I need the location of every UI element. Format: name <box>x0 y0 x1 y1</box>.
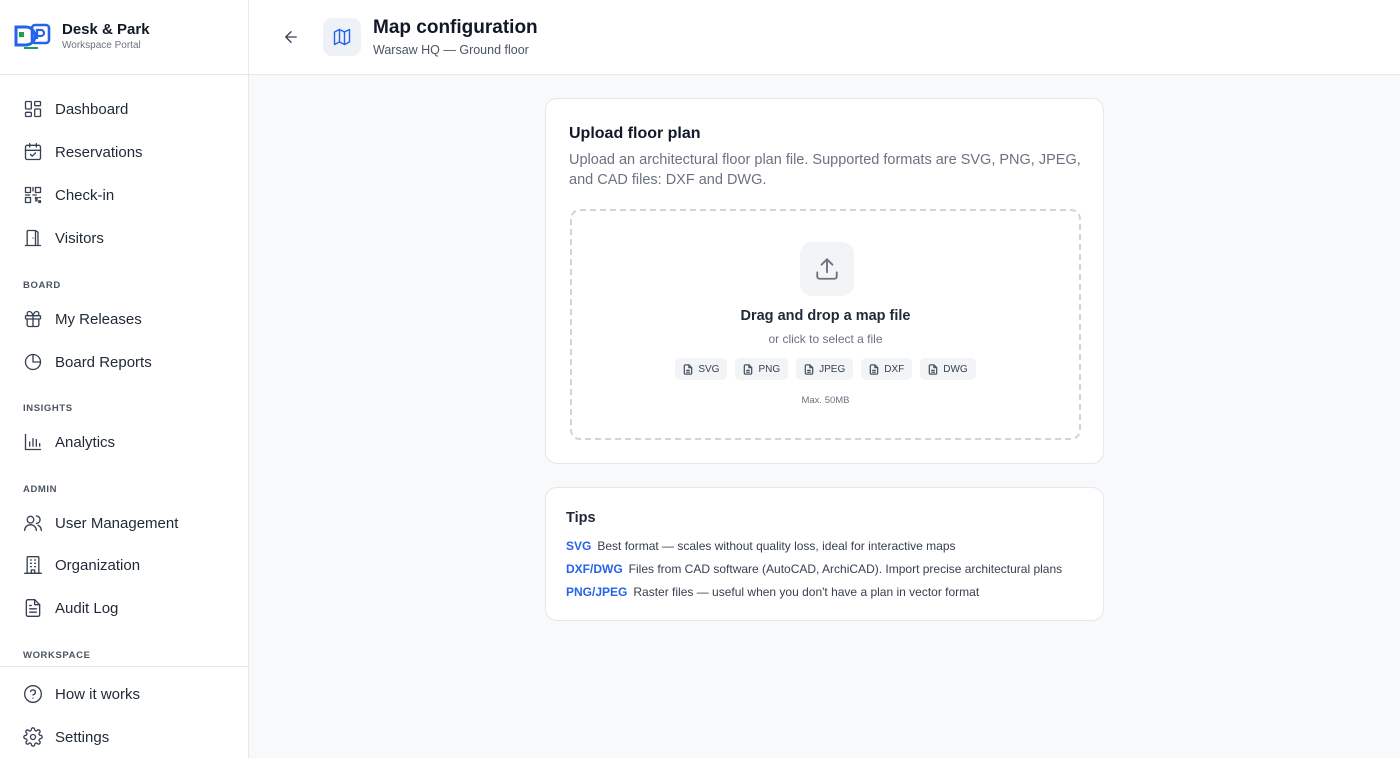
format-badge-jpeg: JPEG <box>796 358 854 380</box>
section-label-insights: INSIGHTS <box>23 403 73 414</box>
format-badge-dxf: DXF <box>861 358 913 380</box>
calendar-check-icon <box>24 143 42 161</box>
sidebar-item-label: Board Reports <box>55 353 152 371</box>
section-label-admin: ADMIN <box>23 484 58 495</box>
tip-item: DXF/DWG Files from CAD software (AutoCAD,… <box>566 562 1062 576</box>
brand[interactable]: Desk & Park Workspace Portal <box>0 0 248 75</box>
building-icon <box>24 556 42 574</box>
bar-chart-icon <box>24 433 42 451</box>
upload-card: Upload floor plan Upload an architectura… <box>545 98 1104 464</box>
sidebar-item-label: Reservations <box>55 143 143 161</box>
sidebar-item-label: Settings <box>55 728 110 746</box>
page-title: Map configuration <box>373 17 538 38</box>
gift-icon <box>24 310 42 328</box>
format-label: SVG <box>698 363 720 375</box>
file-icon <box>869 363 879 375</box>
gear-icon <box>23 727 43 747</box>
sidebar-item-label: Check-in <box>55 186 115 204</box>
sidebar-item-label: My Releases <box>55 310 142 328</box>
sidebar-item-reservations[interactable]: Reservations <box>0 132 248 172</box>
qr-code-icon <box>24 186 42 204</box>
tips-title: Tips <box>566 510 596 526</box>
tip-key: PNG/JPEG <box>566 585 628 599</box>
brand-subtitle: Workspace Portal <box>62 40 141 51</box>
file-icon <box>684 363 693 375</box>
sidebar-item-visitors[interactable]: Visitors <box>0 218 248 258</box>
sidebar-item-label: Visitors <box>55 229 104 247</box>
upload-description: Upload an architectural floor plan file.… <box>569 152 1081 188</box>
sidebar-item-analytics[interactable]: Analytics <box>0 422 248 462</box>
sidebar-item-label: Organization <box>55 556 141 574</box>
format-list: SVG PNG JPEG DXF DWG <box>572 358 1079 380</box>
door-icon <box>24 229 42 247</box>
sidebar-item-label: Audit Log <box>55 599 119 617</box>
brand-name: Desk & Park <box>62 21 150 38</box>
format-badge-svg: SVG <box>675 358 728 380</box>
dashboard-icon <box>24 100 42 118</box>
sidebar: Desk & Park Workspace Portal Dashboard R… <box>0 0 249 758</box>
tip-text: Raster files — useful when you don't hav… <box>633 585 980 599</box>
sidebar-bottom: How it works Settings <box>0 666 248 758</box>
sidebar-item-board-reports[interactable]: Board Reports <box>0 342 248 382</box>
tip-key: DXF/DWG <box>566 562 623 576</box>
format-label: JPEG <box>819 363 846 375</box>
sidebar-item-dashboard[interactable]: Dashboard <box>0 89 248 129</box>
upload-icon <box>816 258 838 280</box>
sidebar-item-organization[interactable]: Organization <box>0 545 248 585</box>
file-icon <box>928 363 938 375</box>
upload-icon-box <box>800 242 854 296</box>
sidebar-item-user-management[interactable]: User Management <box>0 503 248 543</box>
brand-logo-icon <box>14 23 51 49</box>
format-label: DXF <box>884 363 905 375</box>
section-label-workspace: WORKSPACE <box>23 650 91 661</box>
dropzone-title: Drag and drop a map file <box>740 308 911 324</box>
page-subtitle: Warsaw HQ — Ground floor <box>373 43 529 57</box>
format-badge-dwg: DWG <box>920 358 976 380</box>
tip-text: Best format — scales without quality los… <box>597 539 956 553</box>
map-badge <box>323 18 361 56</box>
format-badge-png: PNG <box>735 358 789 380</box>
sidebar-item-label: Dashboard <box>55 100 129 118</box>
tip-key: SVG <box>566 539 592 553</box>
tip-item: PNG/JPEG Raster files — useful when you d… <box>566 585 979 599</box>
page-header: Map configuration Warsaw HQ — Ground flo… <box>249 0 1400 75</box>
tips-card: Tips SVG Best format — scales without qua… <box>545 487 1104 621</box>
sidebar-item-label: Analytics <box>55 433 116 451</box>
file-icon <box>744 363 753 375</box>
tip-text: Files from CAD software (AutoCAD, ArchiC… <box>628 562 1063 576</box>
back-button[interactable] <box>279 25 303 49</box>
help-circle-icon <box>24 685 42 703</box>
file-icon <box>804 363 814 375</box>
section-label-board: BOARD <box>23 280 61 291</box>
sidebar-item-my-releases[interactable]: My Releases <box>0 299 248 339</box>
tip-item: SVG Best format — scales without quality … <box>566 539 956 553</box>
sidebar-item-how-it-works[interactable]: How it works <box>0 674 248 714</box>
map-icon <box>333 28 351 46</box>
upload-title: Upload floor plan <box>569 125 701 142</box>
max-file-size: Max. 50MB <box>801 395 850 406</box>
pie-chart-icon <box>24 353 42 371</box>
file-text-icon <box>25 599 41 617</box>
arrow-left-icon <box>285 31 297 43</box>
users-icon <box>24 515 42 532</box>
format-label: DWG <box>943 363 968 375</box>
sidebar-item-settings[interactable]: Settings <box>0 717 248 757</box>
format-label: PNG <box>758 363 781 375</box>
dropzone-subtitle: or click to select a file <box>768 332 883 346</box>
sidebar-item-audit-log[interactable]: Audit Log <box>0 588 248 628</box>
sidebar-item-label: User Management <box>55 514 179 532</box>
file-dropzone[interactable]: Drag and drop a map file or click to sel… <box>570 209 1081 440</box>
sidebar-item-label: How it works <box>55 685 141 703</box>
sidebar-item-check-in[interactable]: Check-in <box>0 175 248 215</box>
